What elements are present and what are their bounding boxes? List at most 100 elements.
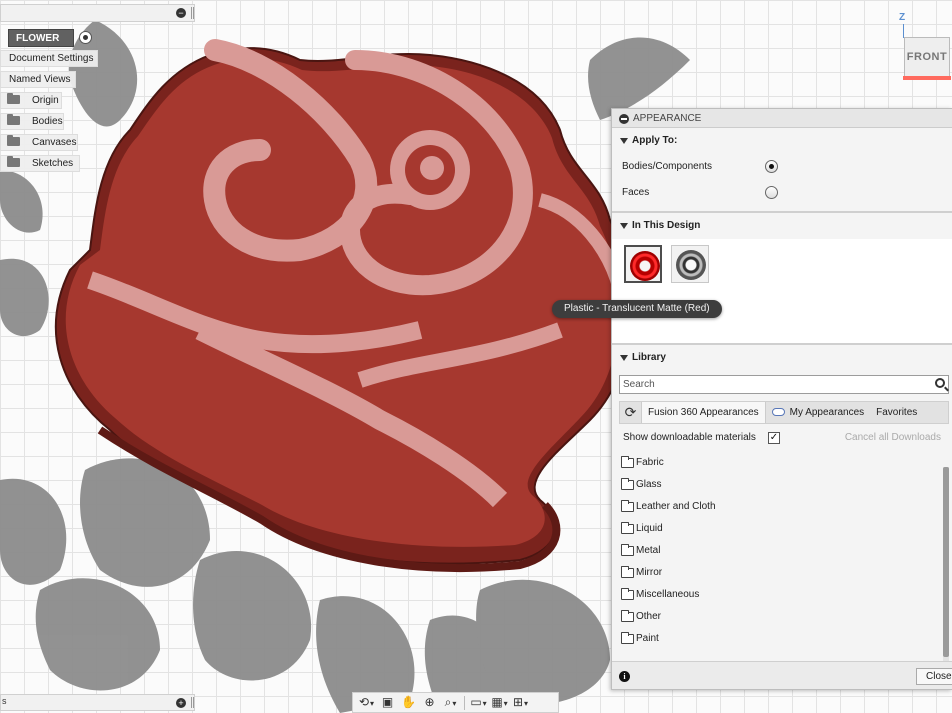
metal-ring-icon	[676, 250, 706, 280]
grid-settings-icon[interactable]: ▦	[489, 694, 510, 711]
folder-icon	[7, 114, 20, 125]
axis-z-label: Z	[899, 12, 906, 23]
tree-node-label: Canvases	[32, 137, 77, 148]
tree-node-label: Bodies	[32, 116, 63, 127]
search-input[interactable]	[620, 376, 920, 393]
zoom-icon[interactable]: ⊕	[419, 694, 440, 711]
folder-label: Mirror	[636, 567, 663, 578]
list-item[interactable]: Other	[612, 606, 952, 628]
info-icon[interactable]: i	[619, 671, 630, 682]
swatch-tooltip: Plastic - Translucent Matte (Red)	[552, 300, 722, 318]
comments-bar-label: s	[2, 696, 7, 706]
apply-bodies-option[interactable]: Bodies/Components	[612, 154, 952, 180]
panel-footer: i Close	[612, 661, 952, 689]
toolbar-divider	[464, 695, 465, 710]
collapse-icon[interactable]	[619, 114, 629, 124]
design-canvas[interactable]: TRESIO − FLOWER v1 Document Settings Nam…	[0, 0, 952, 713]
navigation-toolbar: ⟲ ▣ ✋ ⊕ ⌕ ▭ ▦ ⊞	[352, 692, 559, 713]
comments-bar[interactable]: s +	[0, 694, 195, 711]
section-title-label: In This Design	[632, 220, 701, 231]
list-item[interactable]: Leather and Cloth	[612, 496, 952, 518]
library-section-title[interactable]: Library	[612, 345, 952, 371]
tree-node-origin[interactable]: Origin	[0, 92, 62, 109]
tab-favorites[interactable]: Favorites	[870, 402, 923, 423]
list-item[interactable]: Mirror	[612, 562, 952, 584]
tab-fusion-appearances[interactable]: Fusion 360 Appearances	[642, 402, 766, 423]
folder-label: Glass	[636, 479, 662, 490]
folder-icon	[621, 478, 634, 490]
tree-node-label: Named Views	[9, 74, 71, 85]
section-title-label: Apply To:	[632, 135, 678, 146]
library-tabs: ⟳ Fusion 360 Appearances My Appearances …	[619, 401, 949, 424]
folder-label: Paint	[636, 633, 659, 644]
look-at-icon[interactable]: ▣	[377, 694, 398, 711]
list-item[interactable]: Fabric	[612, 452, 952, 474]
appearance-panel: APPEARANCE Apply To: Bodies/Components F…	[611, 108, 952, 690]
tree-root-label[interactable]: FLOWER v1	[8, 29, 74, 62]
tree-root-node[interactable]: FLOWER v1	[0, 29, 94, 62]
browser-resize-grip[interactable]	[191, 7, 194, 19]
browser-header[interactable]: −	[0, 4, 195, 22]
folder-label: Other	[636, 611, 662, 622]
refresh-icon[interactable]: ⟳	[620, 402, 642, 423]
close-button[interactable]: Close	[916, 668, 952, 685]
red-plastic-ring-icon	[630, 251, 660, 281]
tab-label: My Appearances	[789, 407, 865, 418]
folder-label: Metal	[636, 545, 661, 556]
in-design-section-title[interactable]: In This Design	[612, 213, 952, 239]
swatch-red-plastic[interactable]	[624, 245, 662, 283]
library-search[interactable]	[619, 375, 949, 394]
scrollbar-thumb[interactable]	[943, 467, 949, 657]
panel-header[interactable]: APPEARANCE	[612, 109, 952, 128]
comments-resize-grip[interactable]	[191, 697, 194, 708]
tree-node-label: Origin	[32, 95, 59, 106]
folder-label: Leather and Cloth	[636, 501, 716, 512]
apply-to-section-title[interactable]: Apply To:	[612, 128, 952, 154]
apply-faces-option[interactable]: Faces	[612, 180, 952, 206]
tree-node-canvases[interactable]: Canvases	[0, 134, 78, 151]
tree-node-label: Sketches	[32, 158, 74, 169]
display-settings-icon[interactable]: ▭	[468, 694, 489, 711]
tree-node-document-settings[interactable]: Document Settings	[0, 50, 98, 67]
in-design-swatches	[612, 239, 952, 343]
folder-icon	[621, 544, 634, 556]
search-icon[interactable]	[935, 378, 945, 388]
list-item[interactable]: Paint	[612, 628, 952, 650]
folder-label: Liquid	[636, 523, 663, 534]
comments-add-icon[interactable]: +	[176, 698, 186, 708]
activate-radio-icon[interactable]	[79, 31, 92, 44]
cloud-icon	[771, 408, 785, 416]
fit-zoom-icon[interactable]: ⌕	[440, 694, 461, 711]
tree-node-named-views[interactable]: Named Views	[0, 71, 76, 88]
list-item[interactable]: Glass	[612, 474, 952, 496]
tree-node-label: Document Settings	[9, 53, 94, 64]
panel-title: APPEARANCE	[633, 113, 702, 124]
pan-hand-icon[interactable]: ✋	[398, 694, 419, 711]
folder-icon	[7, 93, 20, 104]
downloadable-label: Show downloadable materials	[623, 432, 756, 443]
folder-icon	[621, 610, 634, 622]
axis-z-line	[903, 24, 904, 38]
browser-collapse-icon[interactable]: −	[176, 8, 186, 18]
folder-icon	[621, 500, 634, 512]
viewports-icon[interactable]: ⊞	[510, 694, 531, 711]
viewcube-front[interactable]: FRONT	[904, 37, 950, 77]
tree-node-bodies[interactable]: Bodies	[0, 113, 64, 130]
viewcube-edge[interactable]	[903, 76, 951, 80]
folder-label: Miscellaneous	[636, 589, 700, 600]
downloadable-checkbox[interactable]: ✓	[768, 432, 780, 444]
library-scrollbar[interactable]	[943, 467, 949, 663]
tab-my-appearances[interactable]: My Appearances	[766, 402, 871, 423]
tree-node-sketches[interactable]: Sketches	[0, 155, 80, 172]
list-item[interactable]: Miscellaneous	[612, 584, 952, 606]
downloadable-row: Show downloadable materials ✓ Cancel all…	[612, 424, 952, 452]
faces-radio[interactable]	[765, 186, 778, 199]
section-title-label: Library	[632, 352, 666, 363]
list-item[interactable]: Liquid	[612, 518, 952, 540]
folder-icon	[621, 456, 634, 468]
swatch-metal[interactable]	[671, 245, 709, 283]
bodies-radio[interactable]	[765, 160, 778, 173]
cancel-downloads-link[interactable]: Cancel all Downloads	[845, 424, 941, 452]
orbit-icon[interactable]: ⟲	[356, 694, 377, 711]
list-item[interactable]: Metal	[612, 540, 952, 562]
